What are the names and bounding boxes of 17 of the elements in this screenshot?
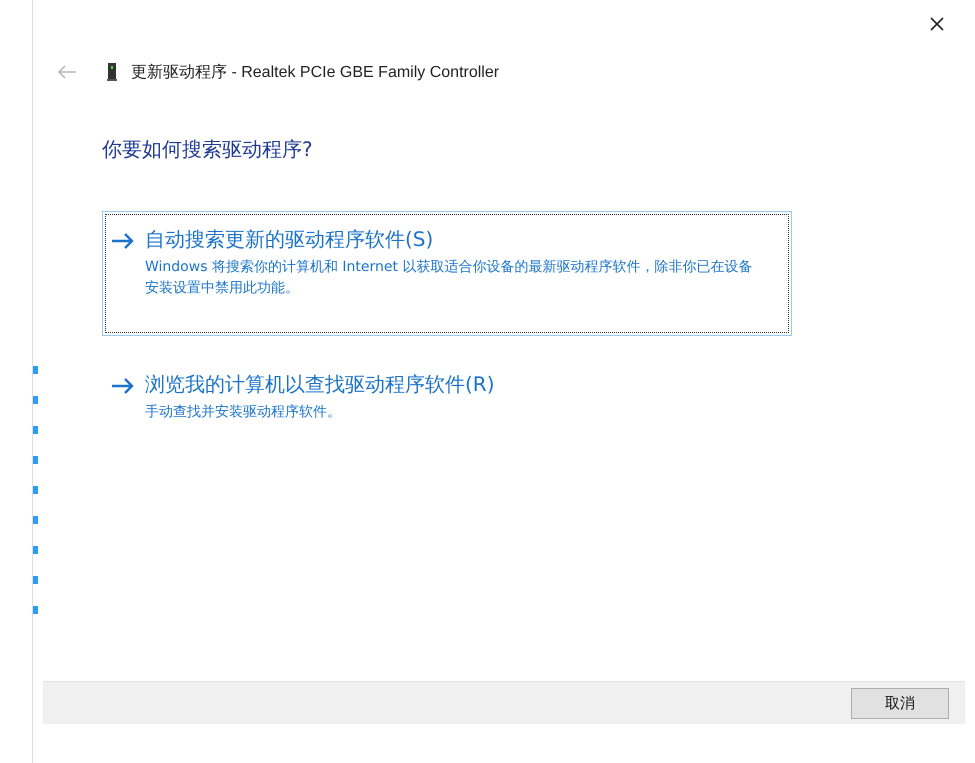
list-marker-icon [33,366,38,374]
list-marker-icon [33,486,38,494]
arrow-icon [111,377,135,395]
window-title: 更新驱动程序 - Realtek PCIe GBE Family Controller [131,62,500,82]
list-marker-icon [33,516,38,524]
list-marker-icon [33,456,38,464]
list-marker-icon [33,426,38,434]
heading: 你要如何搜索驱动程序? [102,136,314,163]
list-marker-icon [33,396,38,404]
list-marker-icon [33,606,38,614]
search-option[interactable]: 自动搜索更新的驱动程序软件(S) Windows 将搜索你的计算机和 Internet 以获取适合你设备的最新驱动程序软件，除非你已在设备安装设置中禁用此功能。 [102,211,792,336]
close-icon [929,16,945,32]
list-marker-icon [33,546,38,554]
cancel-button[interactable]: 取消 [851,688,949,718]
arrow-icon [111,232,135,250]
list-marker-icon [33,576,38,584]
network-device-icon [107,63,117,81]
